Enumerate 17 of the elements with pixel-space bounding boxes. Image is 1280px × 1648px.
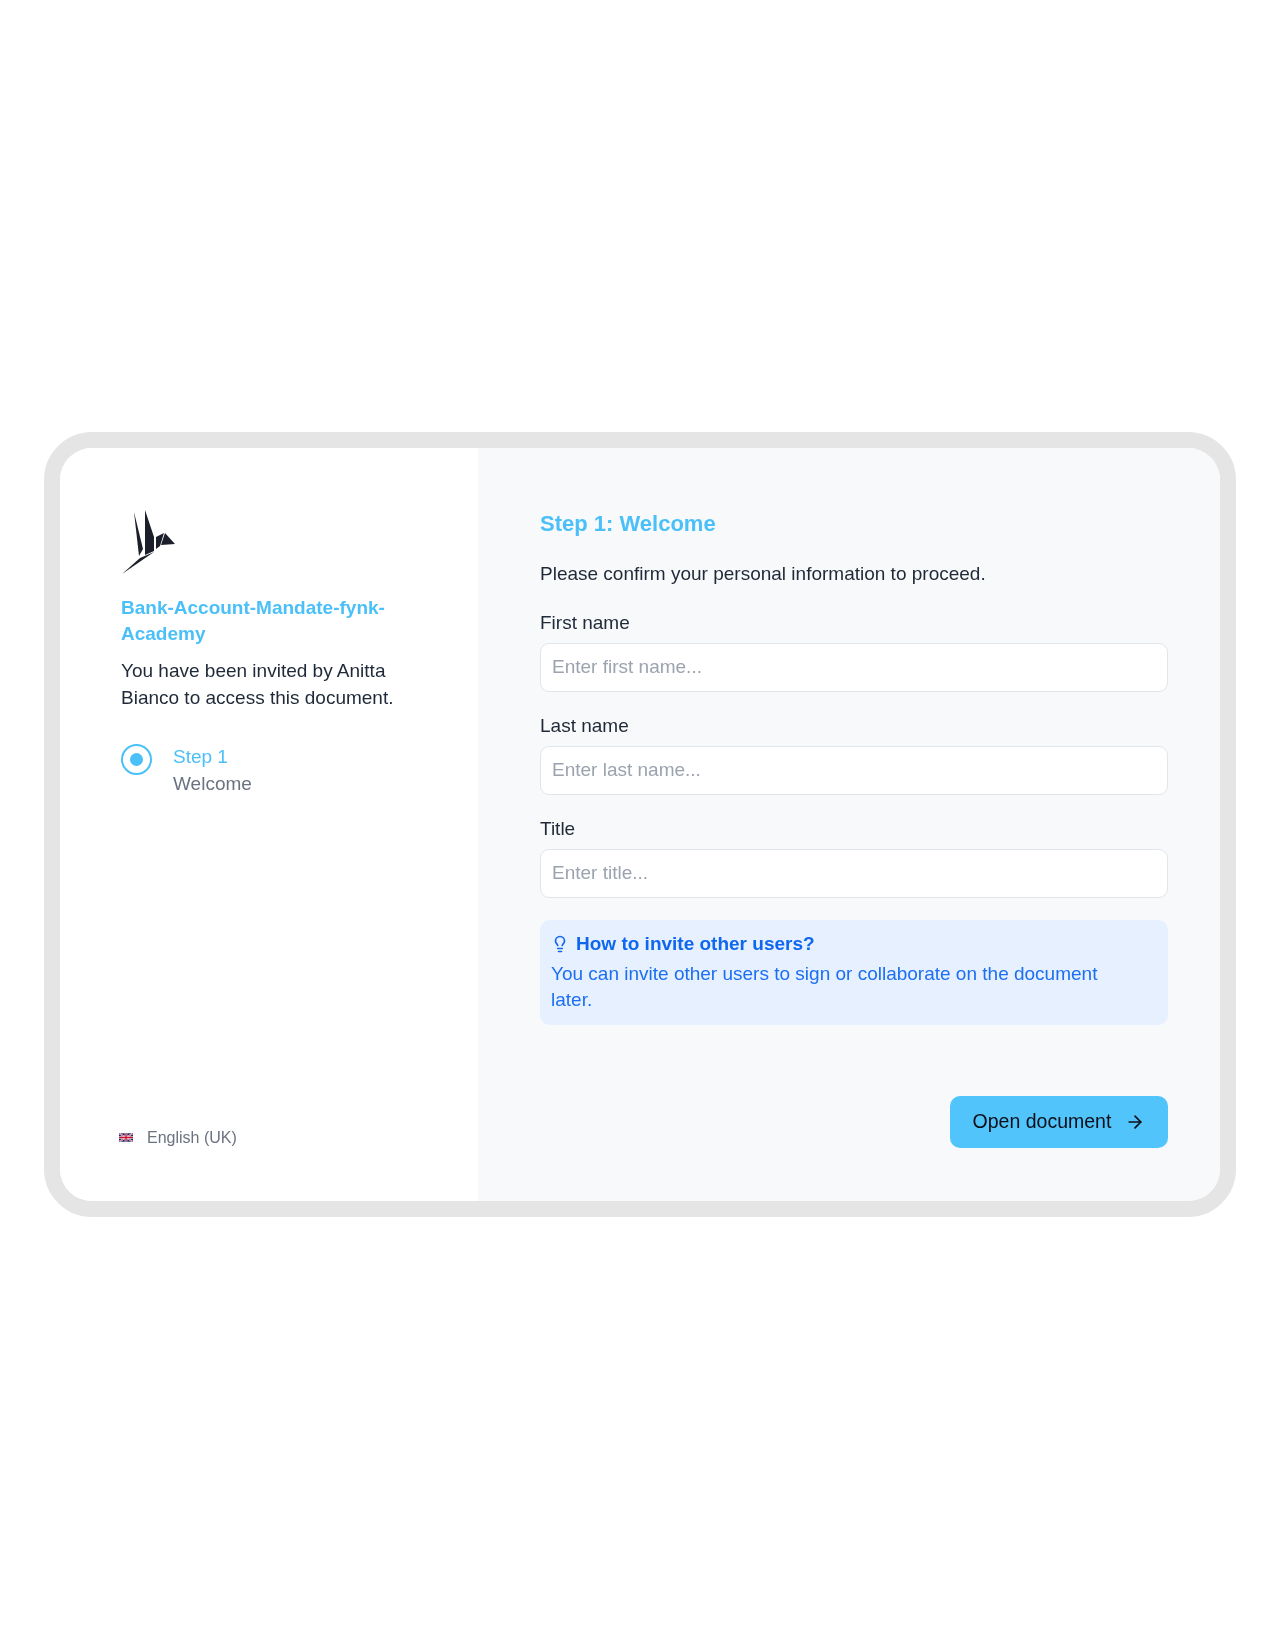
input-field[interactable]: Enter last name... <box>540 745 1168 795</box>
input-field[interactable]: Enter title... <box>540 848 1168 898</box>
step-heading: Step 1: Welcome <box>540 509 717 538</box>
input-field[interactable]: Enter first name... <box>540 642 1168 692</box>
field-label: Title <box>540 816 577 841</box>
language-selector[interactable]: English (UK) <box>119 1126 237 1149</box>
tip-title: How to invite other users? <box>576 931 815 956</box>
step-name: Welcome <box>173 771 252 796</box>
open-document-button[interactable]: Open document <box>950 1095 1168 1148</box>
flag-icon <box>119 1133 133 1142</box>
step-label: Step 1 <box>173 744 229 769</box>
tip-text: You can invite other users to sign or collaborate on the document later. <box>551 961 1099 1012</box>
field-label: Last name <box>540 713 630 738</box>
document-title: Bank-Account-Mandate-fynk-Academy <box>121 595 386 646</box>
field-label: First name <box>540 610 631 635</box>
invitation-text: You have been invited by Anitta Bianco to access this document. <box>121 658 395 710</box>
intro-text: Please confirm your personal information to proceed. <box>540 561 987 586</box>
